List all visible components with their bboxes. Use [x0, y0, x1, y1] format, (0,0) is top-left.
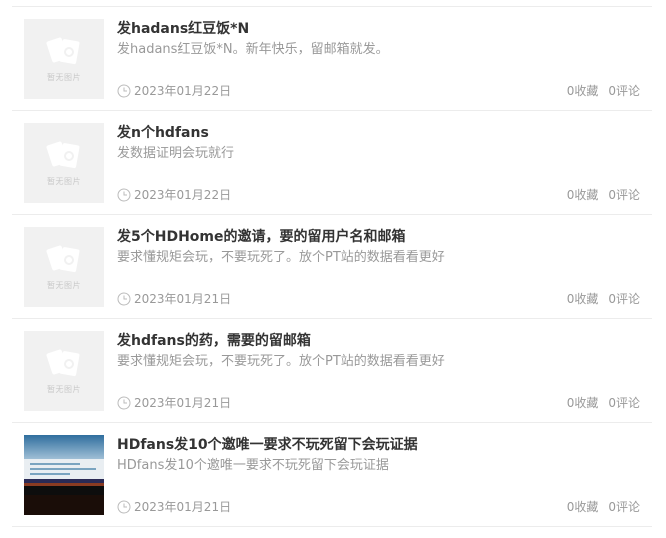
article-date: 2023年01月22日: [117, 187, 231, 203]
article-stats: 0收藏 0评论: [567, 395, 640, 411]
image-placeholder-icon: [46, 349, 80, 377]
thumbnail-placeholder[interactable]: 暂无图片: [24, 227, 104, 307]
list-item[interactable]: 暂无图片 发n个hdfans 发数据证明会玩就行 2023年01月22日 0收藏…: [12, 110, 652, 214]
date-text: 2023年01月21日: [134, 500, 232, 514]
article-title[interactable]: 发hadans红豆饭*N: [117, 19, 249, 39]
clock-icon: [117, 84, 131, 98]
article-date: 2023年01月21日: [117, 499, 231, 515]
comments-count: 0评论: [608, 188, 640, 202]
photo-screen: [24, 459, 104, 479]
article-title[interactable]: 发hdfans的药，需要的留邮箱: [117, 331, 311, 351]
article-title[interactable]: 发n个hdfans: [117, 123, 209, 143]
list-item[interactable]: 暂无图片 发5个HDHome的邀请，要的留用户名和邮箱 要求懂规矩会玩，不要玩死…: [12, 214, 652, 318]
thumbnail-photo[interactable]: [24, 435, 104, 515]
date-text: 2023年01月21日: [134, 292, 232, 306]
article-list: 暂无图片 发hadans红豆饭*N 发hadans红豆饭*N。新年快乐，留邮箱就…: [0, 0, 666, 538]
date-text: 2023年01月22日: [134, 188, 232, 202]
list-item[interactable]: 暂无图片 发hadans红豆饭*N 发hadans红豆饭*N。新年快乐，留邮箱就…: [12, 6, 652, 110]
favorites-count: 0收藏: [566, 500, 599, 514]
thumbnail-placeholder[interactable]: 暂无图片: [24, 331, 104, 411]
date-text: 2023年01月22日: [134, 84, 232, 98]
article-stats: 0收藏 0评论: [567, 187, 640, 203]
clock-icon: [117, 396, 131, 410]
photo-screen-top: [24, 435, 104, 459]
article-summary: 发hadans红豆饭*N。新年快乐，留邮箱就发。: [117, 42, 389, 57]
placeholder-label: 暂无图片: [47, 385, 81, 394]
comments-count: 0评论: [608, 84, 640, 98]
comments-count: 0评论: [608, 292, 640, 306]
placeholder-label: 暂无图片: [47, 281, 81, 290]
clock-icon: [117, 292, 131, 306]
favorites-count: 0收藏: [566, 292, 599, 306]
comments-count: 0评论: [608, 500, 640, 514]
placeholder-label: 暂无图片: [47, 73, 81, 82]
favorites-count: 0收藏: [566, 188, 599, 202]
article-summary: 要求懂规矩会玩，不要玩死了。放个PT站的数据看看更好: [117, 354, 445, 369]
article-stats: 0收藏 0评论: [567, 291, 640, 307]
comments-count: 0评论: [608, 396, 640, 410]
image-placeholder-icon: [46, 141, 80, 169]
article-stats: 0收藏 0评论: [567, 499, 640, 515]
date-text: 2023年01月21日: [134, 396, 232, 410]
thumbnail-placeholder[interactable]: 暂无图片: [24, 123, 104, 203]
article-summary: 发数据证明会玩就行: [117, 146, 235, 161]
article-date: 2023年01月21日: [117, 291, 231, 307]
article-title[interactable]: HDfans发10个邀唯一要求不玩死留下会玩证据: [117, 435, 418, 455]
favorites-count: 0收藏: [566, 84, 599, 98]
list-item[interactable]: 暂无图片 发hdfans的药，需要的留邮箱 要求懂规矩会玩，不要玩死了。放个PT…: [12, 318, 652, 422]
image-placeholder-icon: [46, 37, 80, 65]
clock-icon: [117, 188, 131, 202]
clock-icon: [117, 500, 131, 514]
article-title[interactable]: 发5个HDHome的邀请，要的留用户名和邮箱: [117, 227, 406, 247]
image-placeholder-icon: [46, 245, 80, 273]
article-summary: 要求懂规矩会玩，不要玩死了。放个PT站的数据看看更好: [117, 250, 445, 265]
article-date: 2023年01月22日: [117, 83, 231, 99]
placeholder-label: 暂无图片: [47, 177, 81, 186]
list-item[interactable]: HDfans发10个邀唯一要求不玩死留下会玩证据 HDfans发10个邀唯一要求…: [12, 422, 652, 527]
article-date: 2023年01月21日: [117, 395, 231, 411]
thumbnail-placeholder[interactable]: 暂无图片: [24, 19, 104, 99]
article-stats: 0收藏 0评论: [567, 83, 640, 99]
favorites-count: 0收藏: [566, 396, 599, 410]
article-summary: HDfans发10个邀唯一要求不玩死留下会玩证据: [117, 458, 389, 473]
